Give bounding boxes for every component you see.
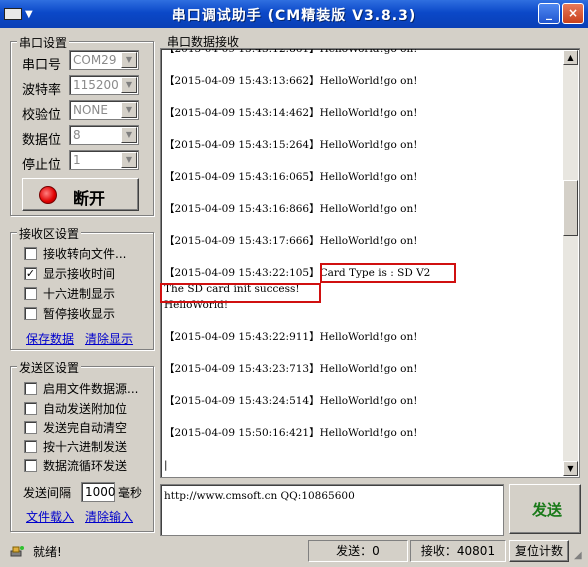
- chevron-down-icon[interactable]: ▼: [121, 152, 137, 168]
- chevron-down-icon[interactable]: ▼: [121, 77, 137, 93]
- load-file-link[interactable]: 文件载入: [26, 508, 74, 525]
- receive-line: 【2015-04-09 15:43:16:866】HelloWorld!go o…: [164, 203, 418, 215]
- interval-label: 发送间隔: [23, 486, 72, 500]
- receive-line: [164, 121, 559, 137]
- file-source-option[interactable]: 启用文件数据源...: [24, 379, 138, 397]
- receive-settings-label: 接收区设置: [17, 225, 82, 242]
- connection-status-icon: [39, 186, 57, 204]
- receive-line: 【2015-04-09 15:43:13:662】HelloWorld!go o…: [164, 75, 418, 87]
- save-data-link[interactable]: 保存数据: [26, 330, 74, 347]
- disconnect-button[interactable]: 断开: [22, 178, 139, 211]
- vertical-scrollbar[interactable]: ▲ ▼: [563, 50, 578, 476]
- send-button[interactable]: 发送: [509, 484, 581, 534]
- clear-display-link[interactable]: 清除显示: [85, 330, 133, 347]
- interval-input[interactable]: 1000: [81, 482, 116, 502]
- highlight-card-type: [320, 263, 456, 283]
- receive-line: [164, 153, 559, 169]
- receive-line: [164, 313, 559, 329]
- parity-label: 校验位: [22, 108, 62, 123]
- checkbox[interactable]: [24, 306, 37, 320]
- checkbox[interactable]: [24, 401, 37, 415]
- receive-line: 【2015-04-09 15:43:17:666】HelloWorld!go o…: [164, 235, 418, 247]
- checkbox[interactable]: [24, 381, 37, 395]
- receive-line: 【2015-04-09 15:43:23:713】HelloWorld!go o…: [164, 363, 418, 375]
- receive-line: [164, 57, 559, 73]
- baud-label: 波特率: [22, 83, 62, 98]
- received-counter: 接收：40801: [410, 540, 506, 562]
- checkbox[interactable]: [24, 286, 37, 300]
- receive-line: [164, 441, 559, 457]
- scroll-down-icon[interactable]: ▼: [563, 461, 578, 476]
- loop-send-option[interactable]: 数据流循环发送: [24, 456, 127, 474]
- stopbits-label: 停止位: [22, 158, 62, 173]
- send-text: http://www.cmsoft.cn QQ:10865600: [164, 490, 355, 502]
- show-receive-time-option[interactable]: ✓ 显示接收时间: [24, 264, 115, 282]
- auto-append-option[interactable]: 自动发送附加位: [24, 399, 127, 417]
- reset-counter-button[interactable]: 复位计数: [509, 540, 569, 562]
- receive-line: 【2015-04-09 15:43:15:264】HelloWorld!go o…: [164, 139, 418, 151]
- receive-line: 【2015-04-09 15:43:12:861】HelloWorld!go o…: [164, 48, 418, 55]
- receive-line: |: [164, 459, 168, 471]
- receive-line: [164, 89, 559, 105]
- receive-line: [164, 377, 559, 393]
- databits-select[interactable]: 8 ▼: [69, 125, 139, 145]
- checkbox[interactable]: [24, 458, 37, 472]
- resize-grip-icon[interactable]: ◢: [574, 550, 582, 561]
- receive-line: [164, 185, 559, 201]
- hex-display-option[interactable]: 十六进制显示: [24, 284, 115, 302]
- sent-counter: 发送：0: [308, 540, 408, 562]
- scrollbar-thumb[interactable]: [563, 180, 578, 236]
- port-select[interactable]: COM29 ▼: [69, 50, 139, 70]
- checkbox[interactable]: [24, 246, 37, 260]
- scroll-up-icon[interactable]: ▲: [563, 50, 578, 65]
- receive-line: [164, 345, 559, 361]
- receive-line: [164, 217, 559, 233]
- parity-select[interactable]: NONE ▼: [69, 100, 139, 120]
- serial-settings-label: 串口设置: [17, 34, 70, 51]
- databits-label: 数据位: [22, 133, 62, 148]
- baud-select[interactable]: 115200 ▼: [69, 75, 139, 95]
- port-label: 串口号: [22, 58, 62, 73]
- close-button[interactable]: ×: [562, 3, 584, 24]
- receive-line: 【2015-04-09 15:43:14:462】HelloWorld!go o…: [164, 107, 418, 119]
- pause-display-option[interactable]: 暂停接收显示: [24, 304, 115, 322]
- auto-clear-option[interactable]: 发送完自动清空: [24, 418, 127, 436]
- interval-unit: 毫秒: [118, 486, 143, 500]
- chevron-down-icon[interactable]: ▼: [121, 127, 137, 143]
- checkbox-checked[interactable]: ✓: [24, 266, 37, 280]
- status-icon: [10, 544, 24, 558]
- chevron-down-icon[interactable]: ▼: [121, 52, 137, 68]
- receive-line: 【2015-04-09 15:43:24:514】HelloWorld!go o…: [164, 395, 418, 407]
- hex-send-option[interactable]: 按十六进制发送: [24, 437, 127, 455]
- chevron-down-icon[interactable]: ▼: [121, 102, 137, 118]
- minimize-button[interactable]: _: [538, 3, 560, 24]
- checkbox[interactable]: [24, 420, 37, 434]
- receive-line: 【2015-04-09 15:43:22:911】HelloWorld!go o…: [164, 331, 418, 343]
- receive-line: 【2015-04-09 15:50:16:421】HelloWorld!go o…: [164, 427, 418, 439]
- receive-lines: 【2015-04-09 15:43:12:861】HelloWorld!go o…: [164, 48, 559, 473]
- receive-line: [164, 409, 559, 425]
- receive-line: 【2015-04-09 15:43:16:065】HelloWorld!go o…: [164, 171, 418, 183]
- send-textarea[interactable]: http://www.cmsoft.cn QQ:10865600: [160, 484, 504, 536]
- title-bar[interactable]: ▼ 串口调试助手 (CM精装版 V3.8.3) _ ×: [0, 0, 588, 28]
- send-settings-label: 发送区设置: [17, 359, 82, 376]
- status-bar: 就绪! 发送：0 接收：40801 复位计数 ◢: [0, 538, 588, 567]
- clear-input-link[interactable]: 清除输入: [85, 508, 133, 525]
- receive-to-file-option[interactable]: 接收转向文件...: [24, 244, 126, 262]
- checkbox[interactable]: [24, 439, 37, 453]
- stopbits-select[interactable]: 1 ▼: [69, 150, 139, 170]
- window-title: 串口调试助手 (CM精装版 V3.8.3): [171, 8, 417, 24]
- send-button-label: 发送: [532, 501, 563, 519]
- status-text: 就绪!: [33, 545, 62, 559]
- disconnect-button-label: 断开: [73, 189, 106, 208]
- highlight-init-success: [160, 283, 321, 303]
